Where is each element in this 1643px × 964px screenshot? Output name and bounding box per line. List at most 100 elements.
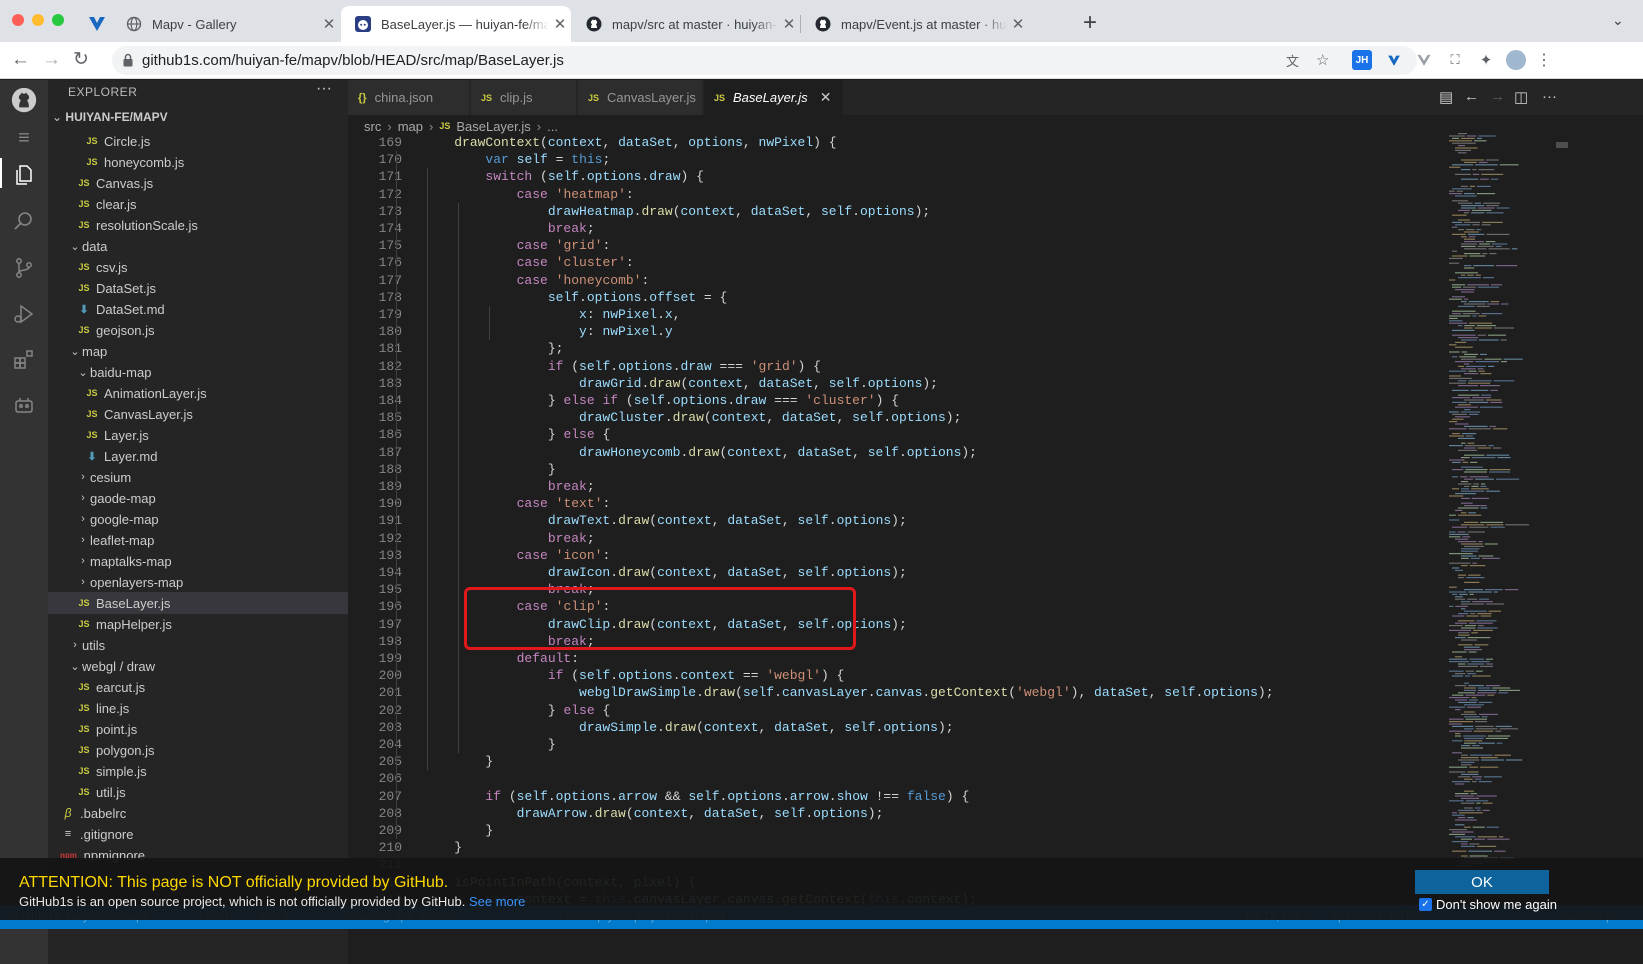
browser-tab[interactable]: mapv/Event.js at master · huiyan-fe/mapv…	[801, 6, 1029, 42]
new-tab-button[interactable]: +	[1083, 10, 1097, 36]
tree-folder[interactable]: › google-map	[48, 508, 348, 530]
browser-menu-icon[interactable]: ⋮	[1534, 50, 1554, 70]
maximize-window-button[interactable]	[52, 14, 64, 26]
tree-file[interactable]: JS simple.js	[48, 760, 348, 782]
dont-show-again-checkbox[interactable]: ✓ Don't show me again	[1419, 897, 1557, 912]
jh-extension-icon[interactable]: JH	[1352, 50, 1372, 70]
tree-file[interactable]: JS csv.js	[48, 256, 348, 278]
translate-icon[interactable]: 文	[1286, 51, 1299, 70]
tree-file[interactable]: ≡ .gitignore	[48, 823, 348, 845]
forward-arrow-icon[interactable]: →	[42, 49, 61, 71]
go-forward-arrow-icon[interactable]: →	[1490, 88, 1505, 105]
ok-button[interactable]: OK	[1415, 870, 1549, 894]
pinned-tab-vuetify[interactable]	[86, 12, 108, 34]
bookmark-star-icon[interactable]: ☆	[1316, 51, 1329, 69]
vuetify-extension-icon[interactable]	[1384, 50, 1404, 70]
close-tab-icon[interactable]: ✕	[1007, 15, 1029, 33]
tab-label: BaseLayer.js	[733, 90, 808, 105]
minimap[interactable]	[1443, 129, 1555, 884]
tree-folder[interactable]: › maptalks-map	[48, 550, 348, 572]
minimap-line	[1479, 665, 1493, 667]
tree-folder[interactable]: › gaode-map	[48, 487, 348, 509]
see-more-link[interactable]: See more	[469, 894, 525, 909]
browser-tab[interactable]: mapv/src at master · huiyan-fe/mapv ✕	[572, 6, 800, 42]
minimap-line	[1464, 325, 1475, 327]
tree-file[interactable]: ⬇ Layer.md	[48, 445, 348, 467]
tree-file[interactable]: JS polygon.js	[48, 739, 348, 761]
address-bar[interactable]: github1s.com/huiyan-fe/mapv/blob/HEAD/sr…	[112, 46, 1417, 75]
tree-file[interactable]: JS resolutionScale.js	[48, 214, 348, 236]
close-tab-icon[interactable]: ✕	[549, 15, 571, 33]
tree-file[interactable]: JS honeycomb.js	[48, 151, 348, 173]
minimap-line	[1452, 488, 1460, 490]
extensions-puzzle-icon[interactable]: ✦	[1476, 50, 1496, 70]
tree-folder[interactable]: ⌄ webgl / draw	[48, 655, 348, 677]
close-tab-icon[interactable]: ✕	[318, 15, 340, 33]
breadcrumb-item[interactable]: map	[398, 119, 423, 134]
workspace-root[interactable]: ⌄ HUIYAN-FE/MAPV	[52, 110, 168, 124]
tree-file[interactable]: JS point.js	[48, 718, 348, 740]
tree-file[interactable]: JS Canvas.js	[48, 172, 348, 194]
tree-folder[interactable]: › utils	[48, 634, 348, 656]
tree-file[interactable]: JS Circle.js	[48, 130, 348, 152]
tree-folder[interactable]: › openlayers-map	[48, 571, 348, 593]
tree-file[interactable]: JS geojson.js	[48, 319, 348, 341]
vue-devtools-icon[interactable]	[1414, 50, 1434, 70]
tab-search-chevron-icon[interactable]: ⌄	[1612, 12, 1624, 29]
minimap-line	[1471, 632, 1478, 634]
scrollbar-thumb[interactable]	[1556, 142, 1568, 148]
tree-file[interactable]: JS mapHelper.js	[48, 613, 348, 635]
tree-file[interactable]: JS clear.js	[48, 193, 348, 215]
tree-file[interactable]: β .babelrc	[48, 802, 348, 824]
github-icon[interactable]	[11, 87, 37, 113]
source-control-icon[interactable]	[11, 255, 37, 281]
tab-baselayer-js[interactable]: JS BaseLayer.js ✕	[704, 80, 844, 115]
tree-folder[interactable]: ⌄ data	[48, 235, 348, 257]
tree-file[interactable]: JS line.js	[48, 697, 348, 719]
tree-folder[interactable]: ⌄ map	[48, 340, 348, 362]
line-number: 191	[378, 513, 402, 529]
tab-clip-js[interactable]: JS clip.js	[471, 80, 577, 115]
more-actions-icon[interactable]: ···	[316, 80, 332, 98]
remote-explorer-icon[interactable]	[11, 393, 37, 419]
tree-file[interactable]: JS DataSet.js	[48, 277, 348, 299]
go-back-arrow-icon[interactable]: ←	[1464, 88, 1479, 105]
tab-label: china.json	[374, 90, 434, 105]
tab-canvaslayer-js[interactable]: JS CanvasLayer.js	[578, 80, 703, 115]
reload-icon[interactable]: ↻	[73, 49, 89, 71]
menu-icon[interactable]: ≡	[11, 125, 37, 151]
tree-folder[interactable]: › leaflet-map	[48, 529, 348, 551]
breadcrumb-item[interactable]: src	[364, 119, 381, 134]
close-tab-icon[interactable]: ✕	[820, 89, 832, 106]
browser-tab[interactable]: Mapv - Gallery ✕	[112, 6, 340, 42]
files-explorer-icon[interactable]	[11, 162, 37, 188]
breadcrumb-item[interactable]: BaseLayer.js	[456, 119, 530, 134]
tree-file[interactable]: JS Layer.js	[48, 424, 348, 446]
more-actions-icon[interactable]: ···	[1542, 88, 1557, 105]
extensions-icon[interactable]	[11, 347, 37, 373]
browser-tab-active[interactable]: BaseLayer.js — huiyan-fe/mapv ✕	[341, 6, 571, 42]
tree-file[interactable]: JS AnimationLayer.js	[48, 382, 348, 404]
tree-file[interactable]: JS earcut.js	[48, 676, 348, 698]
tree-file[interactable]: JS BaseLayer.js	[48, 592, 348, 614]
tree-file[interactable]: JS CanvasLayer.js	[48, 403, 348, 425]
tree-folder[interactable]: › cesium	[48, 466, 348, 488]
tree-folder[interactable]: ⌄ baidu-map	[48, 361, 348, 383]
tree-file[interactable]: ⬇ DataSet.md	[48, 298, 348, 320]
minimap-line	[1455, 836, 1476, 838]
screenshot-icon[interactable]: ⛶	[1445, 50, 1465, 70]
profile-avatar[interactable]	[1506, 50, 1526, 70]
minimize-window-button[interactable]	[32, 14, 44, 26]
editor-scrollbar[interactable]	[1555, 129, 1569, 884]
tree-file[interactable]: JS util.js	[48, 781, 348, 803]
close-tab-icon[interactable]: ✕	[778, 15, 800, 33]
search-icon[interactable]	[11, 208, 37, 234]
chevron-right-icon: ›	[428, 118, 434, 134]
open-preview-icon[interactable]: ▤	[1439, 88, 1453, 106]
run-debug-icon[interactable]	[11, 301, 37, 327]
back-arrow-icon[interactable]: ←	[11, 49, 30, 71]
breadcrumb-item[interactable]: ...	[547, 119, 558, 134]
split-editor-icon[interactable]: ◫	[1514, 88, 1528, 106]
tab-china-json[interactable]: {} china.json	[348, 80, 470, 115]
close-window-button[interactable]	[12, 14, 24, 26]
